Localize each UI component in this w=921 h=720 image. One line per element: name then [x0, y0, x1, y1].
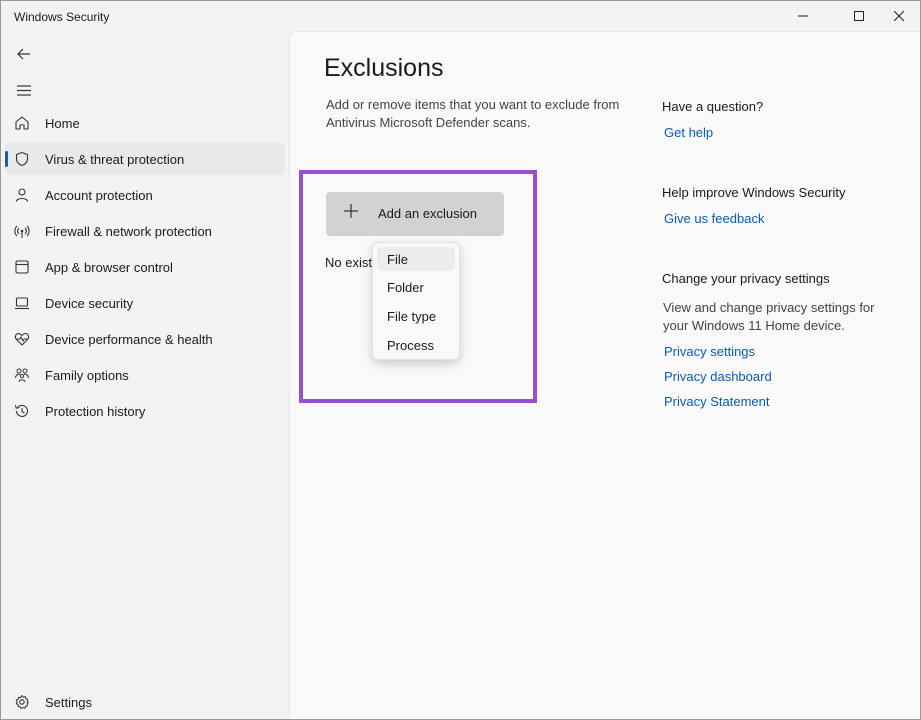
sidebar-item-label: App & browser control	[45, 260, 173, 275]
privacy-settings-link[interactable]: Privacy settings	[664, 344, 755, 359]
wifi-icon	[13, 222, 31, 240]
question-heading: Have a question?	[662, 99, 764, 114]
privacy-dashboard-link[interactable]: Privacy dashboard	[664, 369, 772, 384]
sidebar-item-settings[interactable]: Settings	[5, 686, 285, 718]
sidebar-item-app-browser-control[interactable]: App & browser control	[5, 251, 285, 283]
app-window-icon	[13, 258, 31, 276]
heart-pulse-icon	[13, 330, 31, 348]
minimize-icon	[798, 11, 808, 21]
sidebar-item-label: Device security	[45, 296, 134, 311]
home-icon	[13, 114, 31, 132]
privacy-description: View and change privacy settings for you…	[663, 300, 875, 333]
sidebar-item-virus-threat-protection[interactable]: Virus & threat protection	[5, 143, 285, 175]
family-icon	[13, 366, 31, 384]
hamburger-menu-button[interactable]	[13, 79, 35, 101]
back-arrow-icon	[17, 48, 31, 60]
page-description: Add or remove items that you want to exc…	[326, 97, 620, 130]
maximize-icon	[854, 11, 864, 21]
sidebar-item-home[interactable]: Home	[5, 107, 285, 139]
sidebar-item-account-protection[interactable]: Account protection	[5, 179, 285, 211]
privacy-heading: Change your privacy settings	[662, 271, 830, 286]
laptop-icon	[13, 294, 31, 312]
sidebar-item-device-performance-health[interactable]: Device performance & health	[5, 323, 285, 355]
sidebar-item-family-options[interactable]: Family options	[5, 359, 285, 391]
history-icon	[13, 402, 31, 420]
improve-heading: Help improve Windows Security	[662, 185, 846, 200]
person-icon	[13, 186, 31, 204]
sidebar-item-label: Account protection	[45, 188, 153, 203]
sidebar-item-label: Family options	[45, 368, 129, 383]
sidebar-item-protection-history[interactable]: Protection history	[5, 395, 285, 427]
sidebar-item-device-security[interactable]: Device security	[5, 287, 285, 319]
sidebar-nav: Home Virus & threat protection Account p…	[5, 107, 285, 431]
privacy-statement-link[interactable]: Privacy Statement	[664, 394, 770, 409]
gear-icon	[13, 693, 31, 711]
sidebar-item-label: Protection history	[45, 404, 146, 419]
get-help-link[interactable]: Get help	[664, 125, 713, 140]
feedback-link[interactable]: Give us feedback	[664, 211, 764, 226]
highlight-annotation-box	[299, 170, 537, 403]
maximize-button[interactable]	[837, 1, 881, 31]
page-title: Exclusions	[324, 54, 444, 82]
hamburger-icon	[17, 84, 31, 96]
sidebar-item-firewall-network-protection[interactable]: Firewall & network protection	[5, 215, 285, 247]
shield-icon	[13, 150, 31, 168]
main-content: Exclusions Add or remove items that you …	[289, 31, 920, 719]
minimize-button[interactable]	[781, 1, 825, 31]
close-button[interactable]	[877, 1, 920, 31]
sidebar-item-label: Home	[45, 116, 80, 131]
app-window: Windows Security Home Virus & threat pro…	[0, 0, 921, 720]
title-bar: Windows Security	[1, 1, 920, 31]
app-title: Windows Security	[14, 10, 110, 24]
back-button[interactable]	[13, 43, 35, 65]
close-icon	[894, 11, 904, 21]
sidebar-item-label: Settings	[45, 695, 92, 710]
sidebar-item-label: Device performance & health	[45, 332, 213, 347]
sidebar: Home Virus & threat protection Account p…	[1, 31, 289, 719]
sidebar-item-label: Firewall & network protection	[45, 224, 212, 239]
sidebar-item-label: Virus & threat protection	[45, 152, 185, 167]
